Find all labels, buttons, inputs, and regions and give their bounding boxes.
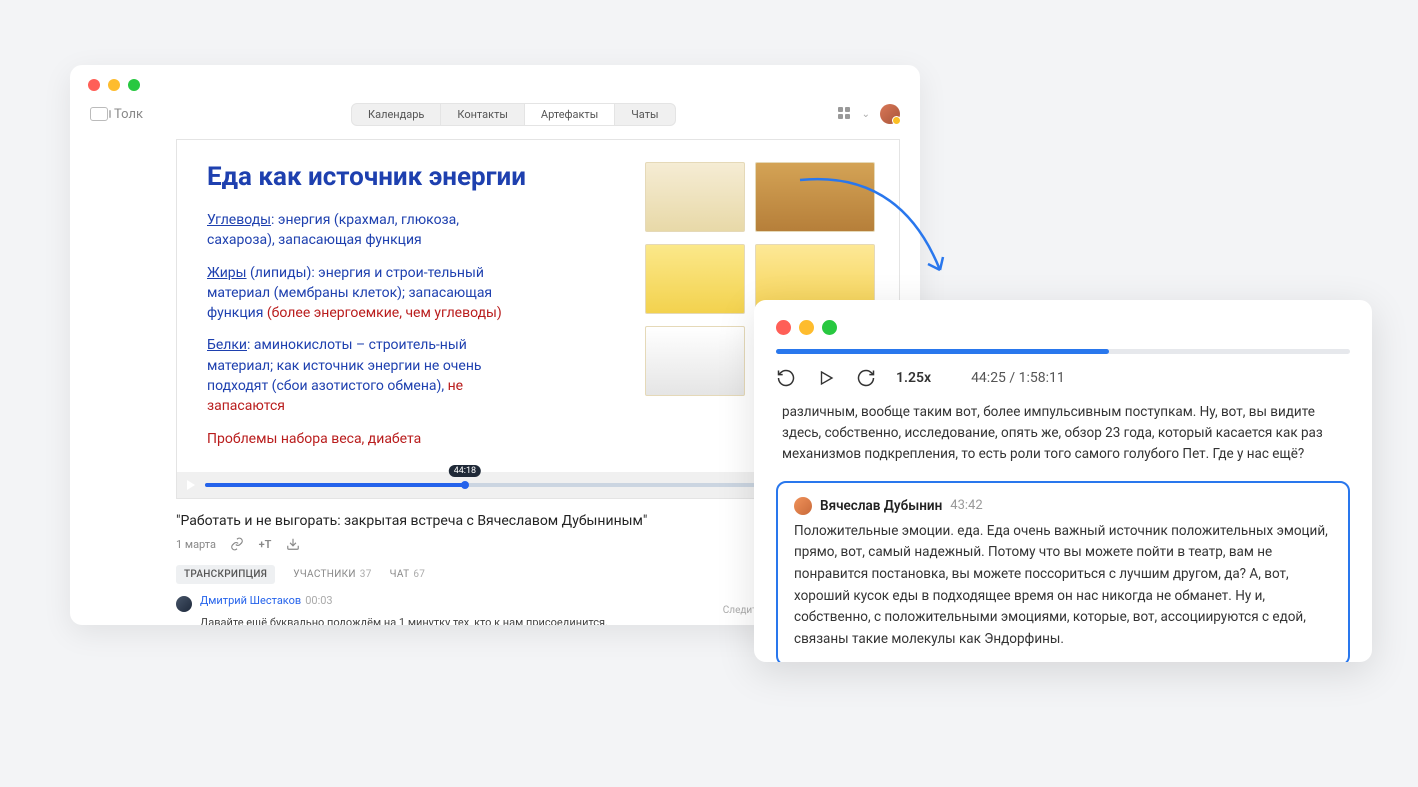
speaker-avatar xyxy=(176,596,192,612)
mac-traffic-lights xyxy=(754,300,1372,349)
audio-progress-bar[interactable] xyxy=(776,349,1350,354)
app-logo[interactable]: Толк xyxy=(90,107,270,122)
speaker-name: Вячеслав Дубынин xyxy=(820,498,942,514)
transcript-popup-window: 1.25x 44:25 / 1:58:11 различным, вообще … xyxy=(754,300,1372,662)
tab-participants[interactable]: УЧАСТНИКИ37 xyxy=(293,569,371,580)
chevron-down-icon[interactable]: ⌄ xyxy=(862,109,870,120)
recording-title: "Работать и не выгорать: закрытая встреч… xyxy=(176,513,814,529)
previous-segment-text: различным, вообще таким вот, более импул… xyxy=(754,402,1372,477)
play-icon[interactable] xyxy=(816,368,836,388)
rewind-icon[interactable] xyxy=(776,368,796,388)
nav-tabs: Календарь Контакты Артефакты Чаты xyxy=(351,103,676,126)
grid-icon[interactable] xyxy=(838,107,852,121)
forward-icon[interactable] xyxy=(856,368,876,388)
speaker-avatar xyxy=(794,497,812,515)
playhead-time: 44:18 xyxy=(449,465,481,477)
tab-contacts[interactable]: Контакты xyxy=(441,104,525,125)
time-display: 44:25 / 1:58:11 xyxy=(971,370,1065,386)
playback-speed[interactable]: 1.25x xyxy=(896,370,931,386)
minimize-window-dot[interactable] xyxy=(799,320,814,335)
player-controls: 1.25x 44:25 / 1:58:11 xyxy=(754,354,1372,402)
mac-traffic-lights xyxy=(70,65,920,101)
maximize-window-dot[interactable] xyxy=(822,320,837,335)
toolbar: Толк Календарь Контакты Артефакты Чаты ⌄ xyxy=(70,101,920,135)
close-window-dot[interactable] xyxy=(776,320,791,335)
download-icon[interactable] xyxy=(286,537,300,551)
recording-date: 1 марта xyxy=(176,538,216,551)
tab-chats[interactable]: Чаты xyxy=(615,104,674,125)
text-add-icon[interactable]: +T xyxy=(258,537,272,551)
user-avatar[interactable] xyxy=(880,104,900,124)
highlighted-text: Положительные эмоции. еда. Еда очень важ… xyxy=(794,521,1332,651)
tab-artifacts[interactable]: Артефакты xyxy=(525,104,615,125)
minimize-window-dot[interactable] xyxy=(108,79,120,91)
content-tabs: ТРАНСКРИПЦИЯ УЧАСТНИКИ37 ЧАТ67 xyxy=(176,565,814,584)
camera-icon xyxy=(90,107,108,121)
speaker-name: Дмитрий Шестаков xyxy=(200,594,301,607)
transcript-text: Давайте ещё буквально подождём на 1 мину… xyxy=(200,616,814,625)
play-icon[interactable] xyxy=(187,480,195,490)
entry-time: 00:03 xyxy=(305,594,332,607)
link-icon[interactable] xyxy=(230,537,244,551)
slide-text: Углеводы: энергия (крахмал, глюкоза, сах… xyxy=(207,210,507,449)
close-window-dot[interactable] xyxy=(88,79,100,91)
tab-chat[interactable]: ЧАТ67 xyxy=(390,569,426,580)
app-name: Толк xyxy=(114,107,143,122)
tab-transcript[interactable]: ТРАНСКРИПЦИЯ xyxy=(176,565,275,584)
transcript-entry[interactable]: Дмитрий Шестаков 00:03 xyxy=(176,594,814,612)
maximize-window-dot[interactable] xyxy=(128,79,140,91)
tab-calendar[interactable]: Календарь xyxy=(352,104,441,125)
entry-time: 43:42 xyxy=(950,498,982,513)
highlighted-transcript-entry[interactable]: Вячеслав Дубынин 43:42 Положительные эмо… xyxy=(776,481,1350,662)
